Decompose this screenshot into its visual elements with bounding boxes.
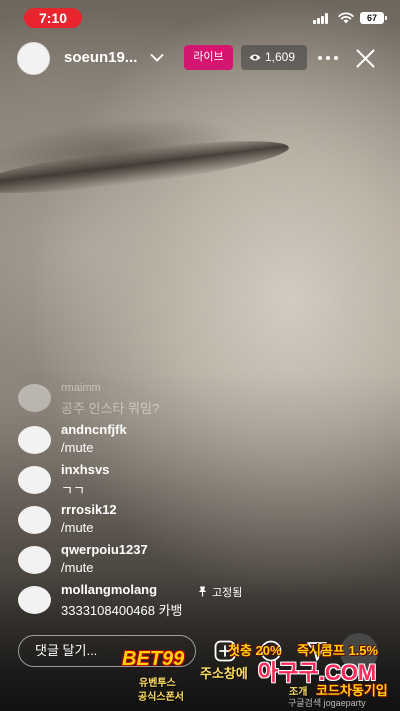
comment-item: rrrosik12 /mute bbox=[18, 502, 378, 538]
comment-text: 공주 인스타 뭐임? bbox=[61, 401, 160, 416]
comment-username[interactable]: andncnfjfk bbox=[61, 422, 127, 437]
pinned-label: 고정됨 bbox=[212, 587, 243, 599]
comment-item: rmaimm 공주 인스타 뭐임? bbox=[18, 380, 378, 416]
status-bar: 7:10 67 bbox=[0, 0, 400, 36]
comment-item: inxhsvs ㄱㄱ bbox=[18, 462, 378, 498]
live-badge: 라이브 bbox=[184, 45, 233, 70]
comment-item: andncnfjfk /mute bbox=[18, 422, 378, 458]
comment-avatar[interactable] bbox=[18, 384, 51, 412]
comment-avatar[interactable] bbox=[18, 506, 51, 534]
comment-username[interactable]: rmaimm bbox=[61, 382, 101, 394]
battery-indicator: 67 bbox=[360, 12, 387, 24]
sponsor-ad-overlay[interactable]: BET99 유벤투스 공식스폰서 첫충 20% 즉시콤프 1.5% 주소창에 아… bbox=[0, 636, 400, 711]
host-username[interactable]: soeun19... bbox=[64, 49, 137, 66]
pinned-comment-item: mollangmolang 고정됨 3333108400468 카뱅 bbox=[18, 582, 378, 618]
ad-sponsor-line2: 공식스폰서 bbox=[138, 692, 184, 703]
ad-search-hint: 구글검색 jogaeparty bbox=[288, 698, 366, 708]
comment-text: /mute bbox=[61, 520, 94, 535]
comment-text: 3333108400468 카뱅 bbox=[61, 603, 183, 618]
comment-username[interactable]: qwerpoiu1237 bbox=[61, 542, 148, 557]
comment-avatar[interactable] bbox=[18, 426, 51, 454]
comment-text: /mute bbox=[61, 440, 94, 455]
viewer-count: 1,609 bbox=[265, 50, 296, 64]
host-avatar[interactable] bbox=[17, 42, 50, 75]
live-header: soeun19... 라이브 1,609 bbox=[0, 40, 400, 76]
ad-logo: BET99 bbox=[122, 648, 185, 670]
pin-icon bbox=[198, 586, 207, 597]
ad-sponsor-line1: 유벤투스 bbox=[139, 678, 176, 689]
comment-text: /mute bbox=[61, 560, 94, 575]
eye-icon bbox=[249, 54, 261, 61]
ad-address-label: 주소창에 bbox=[200, 666, 248, 681]
comment-username[interactable]: mollangmolang bbox=[61, 582, 157, 597]
comment-item: qwerpoiu1237 /mute bbox=[18, 542, 378, 578]
more-options-icon[interactable] bbox=[318, 54, 340, 62]
comment-username[interactable]: rrrosik12 bbox=[61, 502, 117, 517]
pinned-indicator: 고정됨 bbox=[198, 584, 242, 600]
comment-text: ㄱㄱ bbox=[61, 483, 85, 498]
comment-avatar[interactable] bbox=[18, 466, 51, 494]
status-time: 7:10 bbox=[24, 8, 82, 28]
close-icon[interactable] bbox=[356, 49, 375, 68]
comment-avatar[interactable] bbox=[18, 586, 51, 614]
wifi-icon bbox=[338, 12, 354, 24]
chevron-down-icon[interactable] bbox=[150, 53, 164, 63]
comment-avatar[interactable] bbox=[18, 546, 51, 574]
comment-username[interactable]: inxhsvs bbox=[61, 462, 109, 477]
cellular-signal-icon bbox=[313, 13, 330, 24]
live-video-background: 7:10 67 soeun19... 라이브 1,609 rmaimm 공주 인… bbox=[0, 0, 400, 711]
viewer-count-badge[interactable]: 1,609 bbox=[241, 45, 307, 70]
